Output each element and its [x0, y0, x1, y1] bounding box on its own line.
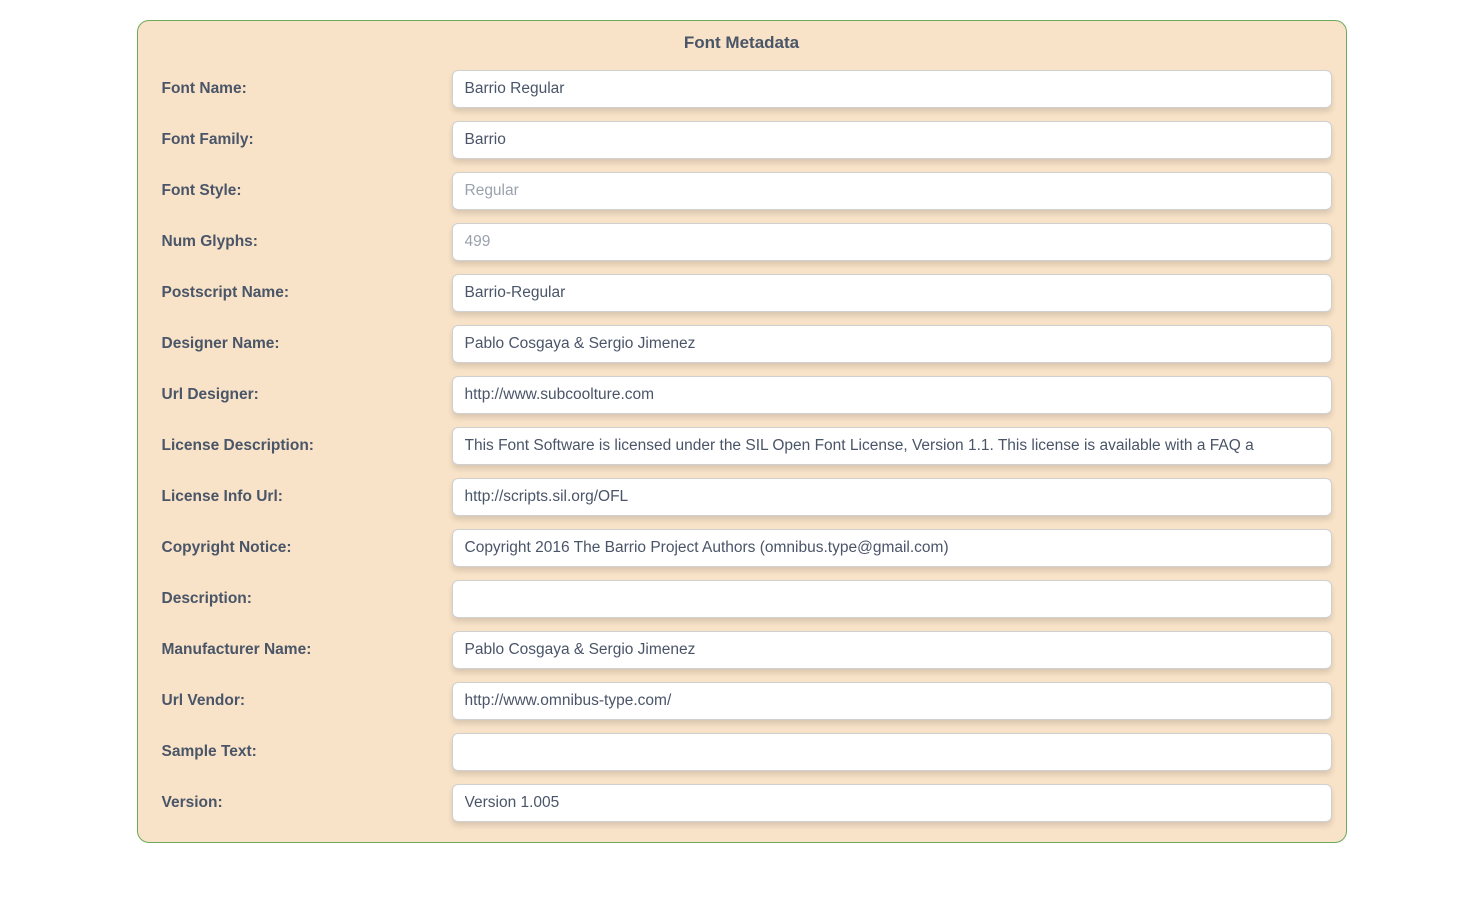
label-num-glyphs: Num Glyphs:: [152, 233, 452, 251]
input-designer-name[interactable]: [452, 325, 1332, 363]
input-manufacturer-name[interactable]: [452, 631, 1332, 669]
input-license-description[interactable]: [452, 427, 1332, 465]
input-postscript-name[interactable]: [452, 274, 1332, 312]
panel-title: Font Metadata: [152, 27, 1332, 57]
row-manufacturer-name: Manufacturer Name:: [152, 631, 1332, 669]
input-description[interactable]: [452, 580, 1332, 618]
label-font-name: Font Name:: [152, 80, 452, 98]
input-font-style: [452, 172, 1332, 210]
row-postscript-name: Postscript Name:: [152, 274, 1332, 312]
row-font-family: Font Family:: [152, 121, 1332, 159]
input-font-family[interactable]: [452, 121, 1332, 159]
row-font-style: Font Style:: [152, 172, 1332, 210]
row-url-vendor: Url Vendor:: [152, 682, 1332, 720]
label-designer-name: Designer Name:: [152, 335, 452, 353]
label-version: Version:: [152, 794, 452, 812]
font-metadata-panel: Font Metadata Font Name: Font Family: Fo…: [137, 20, 1347, 843]
label-postscript-name: Postscript Name:: [152, 284, 452, 302]
input-sample-text[interactable]: [452, 733, 1332, 771]
label-font-family: Font Family:: [152, 131, 452, 149]
label-manufacturer-name: Manufacturer Name:: [152, 641, 452, 659]
label-license-description: License Description:: [152, 437, 452, 455]
row-sample-text: Sample Text:: [152, 733, 1332, 771]
row-license-description: License Description:: [152, 427, 1332, 465]
row-designer-name: Designer Name:: [152, 325, 1332, 363]
label-license-info-url: License Info Url:: [152, 488, 452, 506]
row-font-name: Font Name:: [152, 70, 1332, 108]
label-url-designer: Url Designer:: [152, 386, 452, 404]
label-font-style: Font Style:: [152, 182, 452, 200]
row-num-glyphs: Num Glyphs:: [152, 223, 1332, 261]
input-version[interactable]: [452, 784, 1332, 822]
row-copyright-notice: Copyright Notice:: [152, 529, 1332, 567]
input-url-vendor[interactable]: [452, 682, 1332, 720]
input-license-info-url[interactable]: [452, 478, 1332, 516]
label-copyright-notice: Copyright Notice:: [152, 539, 452, 557]
row-license-info-url: License Info Url:: [152, 478, 1332, 516]
row-url-designer: Url Designer:: [152, 376, 1332, 414]
input-font-name[interactable]: [452, 70, 1332, 108]
label-sample-text: Sample Text:: [152, 743, 452, 761]
input-num-glyphs: [452, 223, 1332, 261]
input-copyright-notice[interactable]: [452, 529, 1332, 567]
label-description: Description:: [152, 590, 452, 608]
label-url-vendor: Url Vendor:: [152, 692, 452, 710]
input-url-designer[interactable]: [452, 376, 1332, 414]
row-version: Version:: [152, 784, 1332, 822]
row-description: Description:: [152, 580, 1332, 618]
